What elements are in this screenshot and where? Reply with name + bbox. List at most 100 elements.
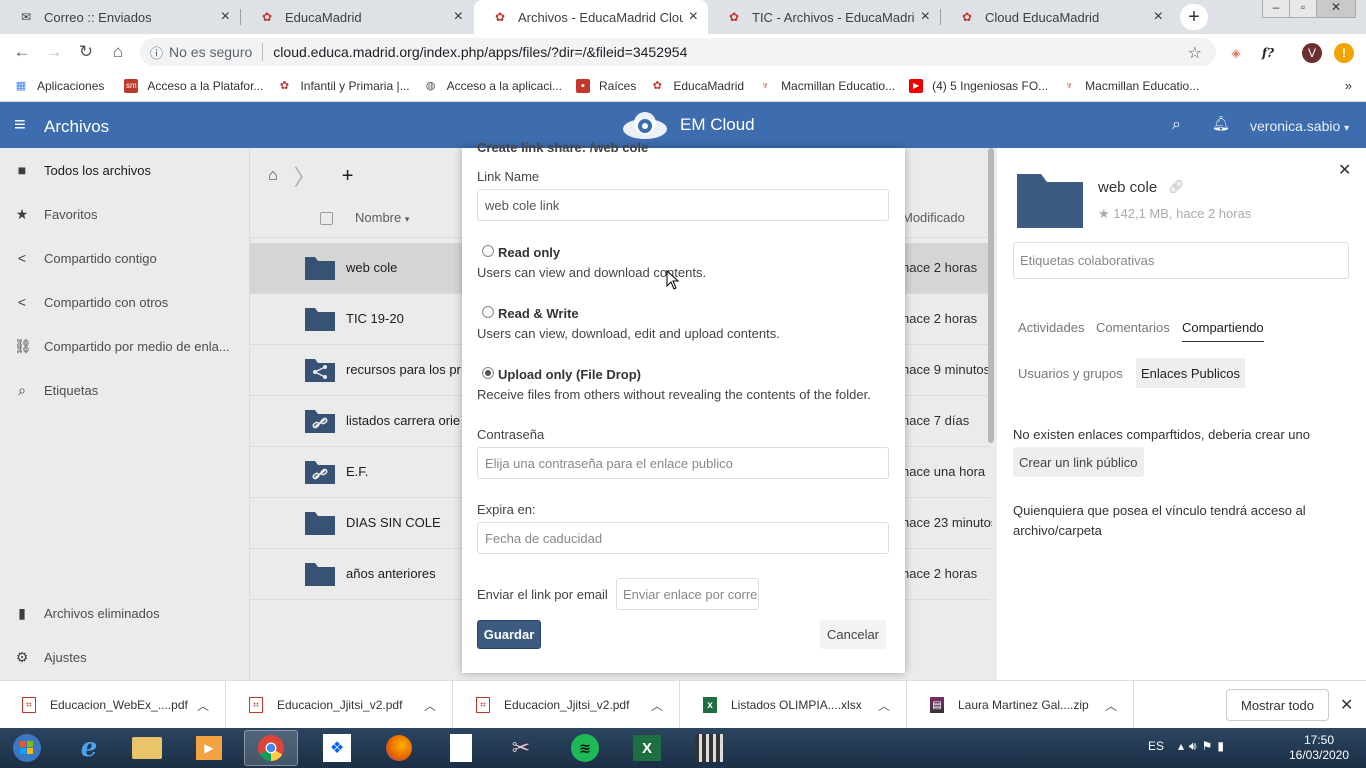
- snipping-tool-icon[interactable]: ✂: [494, 730, 548, 766]
- email-input[interactable]: Enviar enlace por correo: [616, 578, 759, 610]
- tab-usuarios-grupos[interactable]: Usuarios y grupos: [1013, 358, 1128, 388]
- media-player-icon[interactable]: ▶: [182, 730, 236, 766]
- firefox-icon[interactable]: [372, 730, 426, 766]
- forward-icon[interactable]: →: [42, 40, 66, 64]
- close-icon[interactable]: ✕: [1340, 695, 1353, 715]
- close-tab-icon[interactable]: ×: [221, 8, 230, 26]
- app-title[interactable]: Archivos: [44, 117, 109, 137]
- avatar[interactable]: V: [1302, 43, 1322, 63]
- menu-icon[interactable]: ≡: [14, 114, 26, 137]
- close-tab-icon[interactable]: ×: [1154, 8, 1163, 26]
- chevron-up-icon[interactable]: ︿: [197, 697, 209, 714]
- info-icon[interactable]: ⓘ: [150, 43, 163, 62]
- close-icon[interactable]: ✕: [1338, 160, 1351, 180]
- maximize-button[interactable]: ▫: [1289, 0, 1317, 18]
- start-button[interactable]: [0, 730, 54, 766]
- tab-compartiendo[interactable]: Compartiendo: [1182, 320, 1264, 342]
- bookmark-star-icon[interactable]: ☆: [1188, 43, 1202, 63]
- insecure-label: No es seguro: [169, 44, 253, 60]
- show-all-downloads-button[interactable]: Mostrar todo: [1226, 689, 1329, 721]
- tab-comentarios[interactable]: Comentarios: [1096, 320, 1170, 335]
- address-bar[interactable]: ⓘ No es seguro cloud.educa.madrid.org/in…: [140, 38, 1216, 66]
- macmillan-icon: ♆: [760, 79, 770, 92]
- notification-bell-icon[interactable]: 🔔︎: [1212, 115, 1230, 132]
- home-icon[interactable]: ⌂: [106, 40, 130, 64]
- close-window-button[interactable]: ✕: [1316, 0, 1356, 18]
- chevron-up-icon[interactable]: ︿: [878, 697, 890, 714]
- reload-icon[interactable]: ↻: [74, 40, 98, 64]
- video-editor-icon[interactable]: [682, 730, 736, 766]
- spotify-icon[interactable]: ≋: [558, 730, 612, 766]
- bookmark-aplicacion[interactable]: ◍ Acceso a la aplicaci...: [424, 79, 562, 93]
- browser-tab-cloud[interactable]: ✿ Cloud EducaMadrid ×: [941, 0, 1173, 34]
- update-alert-icon[interactable]: !: [1334, 43, 1354, 63]
- file-explorer-icon[interactable]: [120, 730, 174, 766]
- create-link-button[interactable]: Crear un link público: [1013, 447, 1144, 477]
- close-tab-icon[interactable]: ×: [689, 8, 698, 26]
- read-only-label[interactable]: Read only: [498, 245, 560, 260]
- search-icon[interactable]: ⌕: [1172, 116, 1181, 134]
- windows-logo-icon: [13, 734, 41, 762]
- formula-extension-icon[interactable]: f?: [1258, 43, 1278, 63]
- no-links-message: No existen enlaces comparftidos, deberia…: [1013, 427, 1310, 442]
- document-icon[interactable]: [434, 730, 488, 766]
- address-divider: [262, 43, 264, 61]
- download-item[interactable]: ⌗ Educacion_Jjitsi_v2.pdf ︿: [227, 681, 453, 729]
- star-icon[interactable]: ★: [1098, 206, 1110, 221]
- download-item[interactable]: ▤ Laura Martinez Gal....zip ︿: [908, 681, 1134, 729]
- upload-only-label[interactable]: Upload only (File Drop): [498, 367, 641, 382]
- bookmark-plataforma[interactable]: sm Acceso a la Platafor...: [124, 78, 263, 93]
- bookmark-apps[interactable]: ▦ Aplicaciones: [14, 79, 105, 93]
- read-write-desc: Users can view, download, edit and uploa…: [477, 326, 780, 341]
- expiration-date-input[interactable]: Fecha de caducidad: [477, 522, 889, 554]
- chevron-up-icon[interactable]: ︿: [651, 697, 663, 714]
- link-name-input[interactable]: web cole link: [477, 189, 889, 221]
- download-item[interactable]: ⌗ Educacion_WebEx_....pdf ︿: [0, 681, 226, 729]
- bookmark-macmillan-2[interactable]: ♆ Macmillan Educatio...: [1062, 79, 1199, 93]
- internet-explorer-icon[interactable]: e: [62, 730, 116, 766]
- tab-enlaces-publicos[interactable]: Enlaces Publicos: [1136, 358, 1245, 388]
- browser-tab-correo[interactable]: ✉ Correo :: Enviados ×: [0, 0, 240, 34]
- excel-icon[interactable]: X: [620, 730, 674, 766]
- dropbox-icon[interactable]: ❖: [310, 730, 364, 766]
- tags-input[interactable]: Etiquetas colaborativas: [1013, 242, 1349, 279]
- read-only-radio[interactable]: [482, 245, 494, 257]
- bookmarks-overflow-icon[interactable]: »: [1345, 78, 1352, 93]
- link-icon[interactable]: 🔗︎: [1168, 179, 1185, 195]
- chevron-up-icon[interactable]: ︿: [1105, 697, 1117, 714]
- sm-icon: sm: [124, 78, 139, 93]
- new-tab-button[interactable]: +: [1180, 4, 1208, 30]
- close-tab-icon[interactable]: ×: [454, 8, 463, 26]
- save-button[interactable]: Guardar: [477, 620, 541, 649]
- tab-actividades[interactable]: Actividades: [1018, 320, 1084, 335]
- bookmark-macmillan[interactable]: ♆ Macmillan Educatio...: [758, 79, 895, 93]
- language-indicator[interactable]: ES: [1148, 739, 1164, 753]
- read-write-radio[interactable]: [482, 306, 494, 318]
- globe-icon: ◍: [425, 80, 436, 92]
- clock[interactable]: 17:50 16/03/2020: [1284, 733, 1354, 763]
- educamadrid-icon: ✿: [652, 80, 662, 92]
- expire-label: Expira en:: [477, 502, 536, 517]
- bookmark-youtube[interactable]: ▶ (4) 5 Ingeniosas FO...: [909, 78, 1048, 93]
- close-tab-icon[interactable]: ×: [921, 8, 930, 26]
- chrome-icon[interactable]: [244, 730, 298, 766]
- minimize-button[interactable]: –: [1262, 0, 1290, 18]
- download-item[interactable]: x Listados OLIMPIA....xlsx ︿: [681, 681, 907, 729]
- back-icon[interactable]: ←: [10, 40, 34, 64]
- extension-icon[interactable]: ◈: [1226, 43, 1246, 63]
- bookmark-raices[interactable]: ▪ Raíces: [575, 78, 636, 93]
- bookmark-infantil[interactable]: ✿ Infantil y Primaria |...: [277, 79, 410, 93]
- url-text: cloud.educa.madrid.org/index.php/apps/fi…: [273, 44, 688, 60]
- download-item[interactable]: ⌗ Educacion_Jjitsi_v2.pdf ︿: [454, 681, 680, 729]
- user-menu[interactable]: veronica.sabio ▾: [1250, 118, 1349, 134]
- password-input[interactable]: Elija una contraseña para el enlace publ…: [477, 447, 889, 479]
- bookmark-educamadrid[interactable]: ✿ EducaMadrid: [650, 79, 744, 93]
- chevron-up-icon[interactable]: ︿: [424, 697, 436, 714]
- cancel-button[interactable]: Cancelar: [820, 620, 886, 649]
- browser-tab-educamadrid[interactable]: ✿ EducaMadrid ×: [241, 0, 473, 34]
- browser-tab-archivos[interactable]: ✿ Archivos - EducaMadrid Cloud ×: [474, 0, 708, 34]
- system-tray-icons[interactable]: ▴🔊︎⚑▮: [1178, 739, 1229, 754]
- browser-tab-tic[interactable]: ✿ TIC - Archivos - EducaMadrid Cl ×: [708, 0, 940, 34]
- read-write-label[interactable]: Read & Write: [498, 306, 579, 321]
- upload-only-radio[interactable]: [482, 367, 494, 379]
